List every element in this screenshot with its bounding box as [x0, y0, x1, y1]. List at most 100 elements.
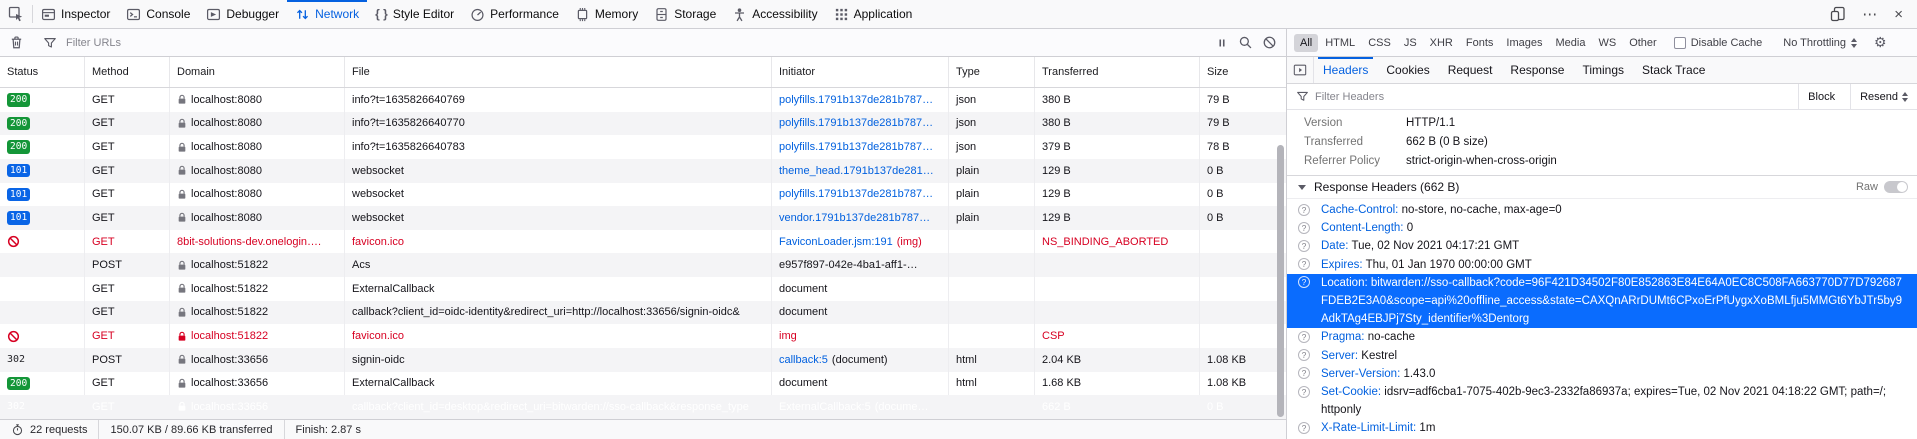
- header-row[interactable]: Server-Version: 1.43.0: [1287, 365, 1917, 383]
- table-row[interactable]: GET localhost:51822 favicon.ico img CSP: [0, 324, 1286, 348]
- table-row[interactable]: 200 GET localhost:8080 info?t=1635826640…: [0, 135, 1286, 159]
- table-row[interactable]: 302 POST localhost:33656 signin-oidc cal…: [0, 348, 1286, 372]
- type-filter-images[interactable]: Images: [1500, 34, 1548, 52]
- help-icon[interactable]: [1298, 386, 1310, 398]
- response-headers-section-header[interactable]: Response Headers (662 B) Raw: [1287, 175, 1917, 199]
- help-icon[interactable]: [1298, 240, 1310, 252]
- initiator-link[interactable]: callback:5: [779, 354, 828, 366]
- tab-network[interactable]: Network: [287, 0, 367, 28]
- table-row[interactable]: 101 GET localhost:8080 websocket vendor.…: [0, 206, 1286, 230]
- network-settings-gear-icon[interactable]: ⚙: [1870, 34, 1891, 51]
- initiator-link[interactable]: vendor.1791b137de281b787…: [779, 212, 930, 224]
- pause-recording-icon[interactable]: [1215, 36, 1229, 50]
- tab-stack-trace[interactable]: Stack Trace: [1633, 57, 1714, 83]
- header-row[interactable]: Content-Length: 0: [1287, 219, 1917, 237]
- help-icon[interactable]: [1298, 349, 1310, 361]
- column-header-type[interactable]: Type: [949, 57, 1035, 87]
- table-row[interactable]: 101 GET localhost:8080 websocket polyfil…: [0, 183, 1286, 207]
- more-options-icon[interactable]: ⋯: [1862, 5, 1878, 23]
- transferred-cell: CSP: [1035, 324, 1200, 348]
- filter-urls-input[interactable]: [66, 37, 1206, 49]
- type-filter-all[interactable]: All: [1294, 34, 1318, 52]
- type-filter-js[interactable]: JS: [1398, 34, 1423, 52]
- type-filter-html[interactable]: HTML: [1319, 34, 1361, 52]
- table-row[interactable]: POST localhost:51822 Acs e957f897-042e-4…: [0, 253, 1286, 277]
- column-header-status[interactable]: Status: [0, 57, 85, 87]
- help-icon[interactable]: [1298, 331, 1310, 343]
- header-row[interactable]: Date: Tue, 02 Nov 2021 04:17:21 GMT: [1287, 237, 1917, 255]
- header-row[interactable]: X-Rate-Limit-Limit: 1m: [1287, 419, 1917, 437]
- throttling-dropdown[interactable]: No Throttling: [1773, 37, 1867, 49]
- initiator-link[interactable]: polyfills.1791b137de281b787…: [779, 94, 933, 106]
- initiator-link[interactable]: ExternalCallback:5: [779, 401, 871, 413]
- tab-style-editor[interactable]: { } Style Editor: [367, 0, 462, 28]
- tab-cookies[interactable]: Cookies: [1377, 57, 1438, 83]
- table-row[interactable]: 101 GET localhost:8080 websocket theme_h…: [0, 159, 1286, 183]
- column-header-initiator[interactable]: Initiator: [772, 57, 949, 87]
- initiator-link[interactable]: polyfills.1791b137de281b787…: [779, 188, 933, 200]
- type-filter-fonts[interactable]: Fonts: [1460, 34, 1500, 52]
- table-row-selected[interactable]: 302 GET localhost:33656 callback?client_…: [0, 395, 1286, 419]
- help-icon[interactable]: [1298, 367, 1310, 379]
- initiator-cell: theme_head.1791b137de281…: [772, 159, 949, 183]
- request-list-scrollbar[interactable]: [1277, 145, 1284, 417]
- table-row[interactable]: GET 8bit-solutions-dev.onelogin…. favico…: [0, 230, 1286, 254]
- initiator-link[interactable]: theme_head.1791b137de281…: [779, 165, 934, 177]
- search-icon[interactable]: [1238, 35, 1253, 50]
- tab-inspector[interactable]: Inspector: [33, 0, 118, 28]
- help-icon[interactable]: [1298, 422, 1310, 434]
- column-header-domain[interactable]: Domain: [170, 57, 345, 87]
- status-cell: [0, 230, 85, 254]
- header-row[interactable]: Server: Kestrel: [1287, 347, 1917, 365]
- responsive-design-mode-icon[interactable]: [1830, 6, 1846, 22]
- tab-timings[interactable]: Timings: [1573, 57, 1633, 83]
- initiator-link[interactable]: polyfills.1791b137de281b787…: [779, 141, 933, 153]
- tab-performance[interactable]: Performance: [462, 0, 567, 28]
- help-icon[interactable]: [1298, 258, 1310, 270]
- tab-storage[interactable]: Storage: [646, 0, 724, 28]
- split-panel-toggle[interactable]: [1287, 57, 1314, 83]
- header-row[interactable]: Pragma: no-cache: [1287, 328, 1917, 346]
- header-row[interactable]: Cache-Control: no-store, no-cache, max-a…: [1287, 201, 1917, 219]
- type-filter-xhr[interactable]: XHR: [1424, 34, 1459, 52]
- help-icon[interactable]: [1298, 222, 1310, 234]
- table-row[interactable]: 200 GET localhost:8080 info?t=1635826640…: [0, 112, 1286, 136]
- tab-console[interactable]: Console: [118, 0, 198, 28]
- disable-cache-checkbox[interactable]: Disable Cache: [1666, 37, 1771, 49]
- column-header-size[interactable]: Size: [1200, 57, 1286, 87]
- table-row[interactable]: GET localhost:51822 callback?client_id=o…: [0, 301, 1286, 325]
- header-row[interactable]: Set-Cookie: idsrv=adf6cba1-7075-402b-9ec…: [1287, 383, 1917, 419]
- block-request-icon[interactable]: [1262, 35, 1277, 50]
- help-icon[interactable]: [1298, 276, 1310, 288]
- block-button[interactable]: Block: [1798, 84, 1844, 109]
- file-cell: Acs: [345, 253, 772, 277]
- close-icon[interactable]: ×: [1894, 6, 1903, 23]
- tab-accessibility[interactable]: Accessibility: [724, 0, 825, 28]
- tab-memory[interactable]: Memory: [567, 0, 646, 28]
- tab-debugger[interactable]: Debugger: [198, 0, 287, 28]
- table-row[interactable]: GET localhost:51822 ExternalCallback doc…: [0, 277, 1286, 301]
- header-row-selected[interactable]: Location: bitwarden://sso-callback?code=…: [1287, 274, 1917, 329]
- column-header-file[interactable]: File: [345, 57, 772, 87]
- table-row[interactable]: 200 GET localhost:33656 ExternalCallback…: [0, 372, 1286, 396]
- resend-button[interactable]: Resend: [1850, 84, 1917, 109]
- node-picker-button[interactable]: [0, 0, 32, 28]
- type-filter-media[interactable]: Media: [1549, 34, 1591, 52]
- help-icon[interactable]: [1298, 204, 1310, 216]
- header-row[interactable]: Expires: Thu, 01 Jan 1970 00:00:00 GMT: [1287, 256, 1917, 274]
- clear-requests-icon[interactable]: [9, 35, 24, 50]
- filter-headers-input[interactable]: [1315, 91, 1792, 103]
- type-filter-other[interactable]: Other: [1623, 34, 1663, 52]
- raw-toggle[interactable]: [1884, 181, 1908, 193]
- type-filter-css[interactable]: CSS: [1362, 34, 1397, 52]
- column-header-transferred[interactable]: Transferred: [1035, 57, 1200, 87]
- initiator-link[interactable]: FaviconLoader.jsm:191: [779, 236, 893, 248]
- table-row[interactable]: 200 GET localhost:8080 info?t=1635826640…: [0, 88, 1286, 112]
- tab-headers[interactable]: Headers: [1314, 57, 1377, 83]
- tab-request[interactable]: Request: [1439, 57, 1502, 83]
- tab-response[interactable]: Response: [1501, 57, 1573, 83]
- type-filter-ws[interactable]: WS: [1592, 34, 1622, 52]
- initiator-link[interactable]: polyfills.1791b137de281b787…: [779, 117, 933, 129]
- column-header-method[interactable]: Method: [85, 57, 170, 87]
- tab-application[interactable]: Application: [826, 0, 921, 28]
